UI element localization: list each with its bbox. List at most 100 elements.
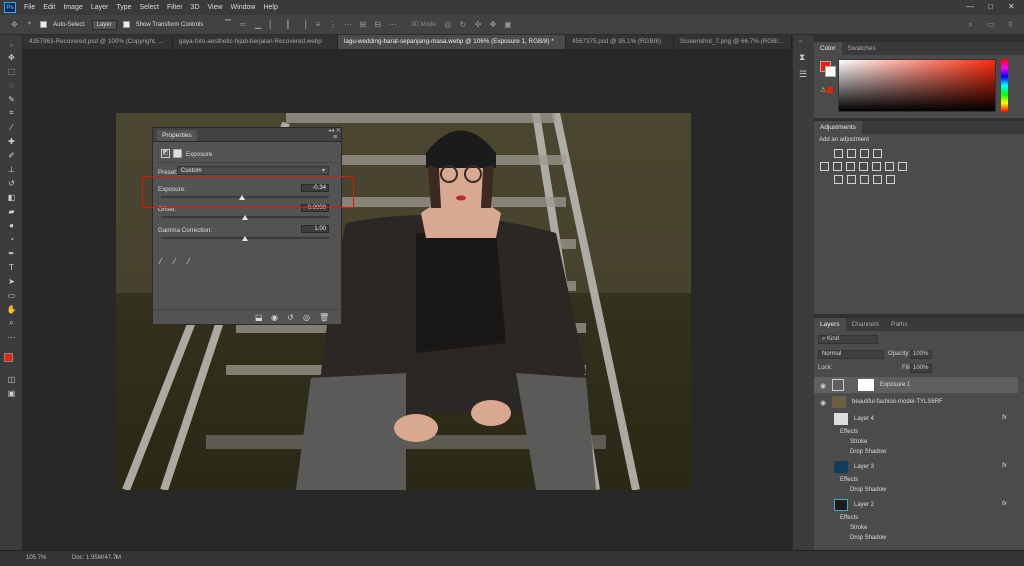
menu-help[interactable]: Help — [263, 4, 277, 11]
curves-adjustment-icon[interactable] — [860, 149, 869, 158]
panel-menu-icon[interactable]: ≡ — [333, 134, 337, 141]
distribute-horizontal-icon[interactable]: ⋯ — [343, 20, 352, 29]
exposure-adjustment-icon[interactable] — [873, 149, 882, 158]
brush-tool-icon[interactable]: ✐ — [4, 149, 19, 161]
pan-3d-icon[interactable]: ✣ — [473, 20, 482, 29]
color-balance-adjustment-icon[interactable] — [846, 162, 855, 171]
align-middle-icon[interactable]: ═ — [238, 20, 247, 29]
minimize-button[interactable]: — — [966, 2, 974, 11]
tab-adjustments[interactable]: Adjustments — [814, 121, 862, 134]
channel-mixer-adjustment-icon[interactable] — [885, 162, 894, 171]
menu-image[interactable]: Image — [63, 4, 82, 11]
background-color-chip[interactable] — [825, 66, 836, 77]
color-lookup-adjustment-icon[interactable] — [898, 162, 907, 171]
auto-select-checkbox[interactable] — [40, 21, 47, 28]
orbit-3d-icon[interactable]: ◎ — [443, 20, 452, 29]
type-tool-icon[interactable]: T — [4, 261, 19, 273]
chevron-right-icon[interactable]: › — [115, 554, 117, 561]
more-align-icon[interactable]: ⋯ — [388, 20, 397, 29]
zoom-level[interactable]: 105.7% — [26, 555, 46, 561]
reset-icon[interactable]: ↺ — [287, 313, 294, 322]
menu-select[interactable]: Select — [140, 4, 159, 11]
properties-tab[interactable]: Properties — [157, 130, 197, 141]
selective-color-adjustment-icon[interactable] — [886, 175, 895, 184]
doc-tab-5[interactable]: Screenshot_7.png @ 66.7% (RGB/... — [674, 35, 792, 49]
exposure-slider-thumb[interactable] — [238, 195, 245, 200]
zoom-tool-icon[interactable]: ⌕ — [4, 317, 19, 329]
menu-window[interactable]: Window — [231, 4, 256, 11]
marquee-tool-icon[interactable]: ⬚ — [4, 65, 19, 77]
opacity-field[interactable]: 100% — [910, 350, 932, 359]
layer-row-image[interactable]: ◉ beautiful-fashion-model-TYLS6RF — [814, 394, 1018, 410]
rectangle-tool-icon[interactable]: ▭ — [4, 289, 19, 301]
expand-panels-icon[interactable]: « — [799, 39, 802, 45]
white-point-eyedropper-icon[interactable]: ⁄ — [188, 257, 189, 266]
clip-to-layer-icon[interactable]: ⬓ — [255, 313, 263, 322]
quick-select-tool-icon[interactable]: ✎ — [4, 93, 19, 105]
menu-view[interactable]: View — [208, 4, 223, 11]
screen-mode-icon[interactable]: ▣ — [4, 387, 19, 399]
menu-3d[interactable]: 3D — [191, 4, 200, 11]
photo-filter-adjustment-icon[interactable] — [872, 162, 881, 171]
kind-filter-dropdown[interactable]: ⌕ Kind — [818, 335, 878, 344]
brightness-adjustment-icon[interactable] — [834, 149, 843, 158]
align-center-icon[interactable]: ┃ — [283, 20, 292, 29]
layer-row-exposure[interactable]: ◉ Exposure 1 — [814, 377, 1018, 393]
crop-tool-icon[interactable]: ⌗ — [4, 107, 19, 119]
menu-file[interactable]: File — [24, 4, 35, 11]
path-selection-tool-icon[interactable]: ➤ — [4, 275, 19, 287]
foreground-color-swatch[interactable] — [4, 353, 13, 362]
maximize-button[interactable]: □ — [988, 2, 993, 11]
doc-tab-2[interactable]: gaya-foto-aesthetic-hijab-berjalan-Recov… — [173, 35, 338, 49]
share-icon[interactable]: ⇪ — [1006, 20, 1015, 29]
paint-bucket-tool-icon[interactable]: ▰ — [4, 205, 19, 217]
menu-layer[interactable]: Layer — [91, 4, 109, 11]
visibility-eye-icon[interactable]: ◉ — [820, 399, 826, 407]
align-top-icon[interactable]: ▔ — [223, 20, 232, 29]
fx-icon[interactable]: fx — [1002, 415, 1007, 421]
hue-slider[interactable] — [1001, 59, 1008, 112]
exposure-value-field[interactable]: -0.34 — [301, 184, 329, 192]
dodge-tool-icon[interactable]: ◔ — [4, 233, 19, 245]
history-icon[interactable]: ⧗ — [799, 52, 805, 63]
eyedropper-tool-icon[interactable]: ⁄ — [4, 121, 19, 133]
color-field[interactable] — [838, 59, 996, 112]
pen-tool-icon[interactable]: ✒ — [4, 247, 19, 259]
more-tools-icon[interactable]: ⋯ — [4, 331, 19, 343]
blend-mode-dropdown[interactable]: Normal — [818, 350, 884, 359]
scale-3d-icon[interactable]: ▣ — [503, 20, 512, 29]
distribute-icon[interactable]: ≡ — [313, 20, 322, 29]
doc-tab-active[interactable]: lagu-wedding-barat-sepanjang-masa.webp @… — [338, 35, 566, 49]
healing-brush-tool-icon[interactable]: ✚ — [4, 135, 19, 147]
levels-adjustment-icon[interactable] — [847, 149, 856, 158]
slide-3d-icon[interactable]: ✥ — [488, 20, 497, 29]
lasso-tool-icon[interactable]: ◌ — [4, 79, 19, 91]
quick-mask-icon[interactable]: ◫ — [4, 373, 19, 385]
roll-3d-icon[interactable]: ↻ — [458, 20, 467, 29]
posterize-adjustment-icon[interactable] — [847, 175, 856, 184]
fx-icon[interactable]: fx — [1002, 501, 1007, 507]
auto-align-icon[interactable]: ⊞ — [358, 20, 367, 29]
chevron-down-icon[interactable]: ▾ — [25, 20, 34, 29]
layer-row-layer-4[interactable]: Layer 4 fx — [814, 411, 1018, 427]
hue-saturation-adjustment-icon[interactable] — [833, 162, 842, 171]
distribute-spacing-icon[interactable]: ⊟ — [373, 20, 382, 29]
tab-color[interactable]: Color — [814, 42, 842, 55]
black-point-eyedropper-icon[interactable]: ⁄ — [160, 257, 161, 266]
gamma-slider-thumb[interactable] — [242, 236, 248, 241]
layer-mask-thumbnail[interactable] — [858, 379, 874, 391]
view-previous-state-icon[interactable]: ◉ — [271, 313, 278, 322]
show-transform-checkbox[interactable] — [122, 21, 130, 28]
clone-stamp-tool-icon[interactable]: ⊥ — [4, 163, 19, 175]
offset-value-field[interactable]: 0.0000 — [301, 204, 329, 212]
tab-swatches[interactable]: Swatches — [842, 42, 882, 55]
hand-tool-icon[interactable]: ✋ — [4, 303, 19, 315]
gradient-map-adjustment-icon[interactable] — [873, 175, 882, 184]
panel-collapse-icon[interactable]: ◂◂ ✕ — [328, 127, 341, 134]
invert-adjustment-icon[interactable] — [834, 175, 843, 184]
warning-icon[interactable]: ⚠ — [820, 86, 826, 94]
doc-tab-1[interactable]: 4357963-Recovered.psd @ 100% (Copyright,… — [23, 35, 173, 49]
tab-channels[interactable]: Channels — [846, 318, 885, 331]
gray-point-eyedropper-icon[interactable]: ⁄ — [174, 257, 175, 266]
distribute-vertical-icon[interactable]: ⋮ — [328, 20, 337, 29]
